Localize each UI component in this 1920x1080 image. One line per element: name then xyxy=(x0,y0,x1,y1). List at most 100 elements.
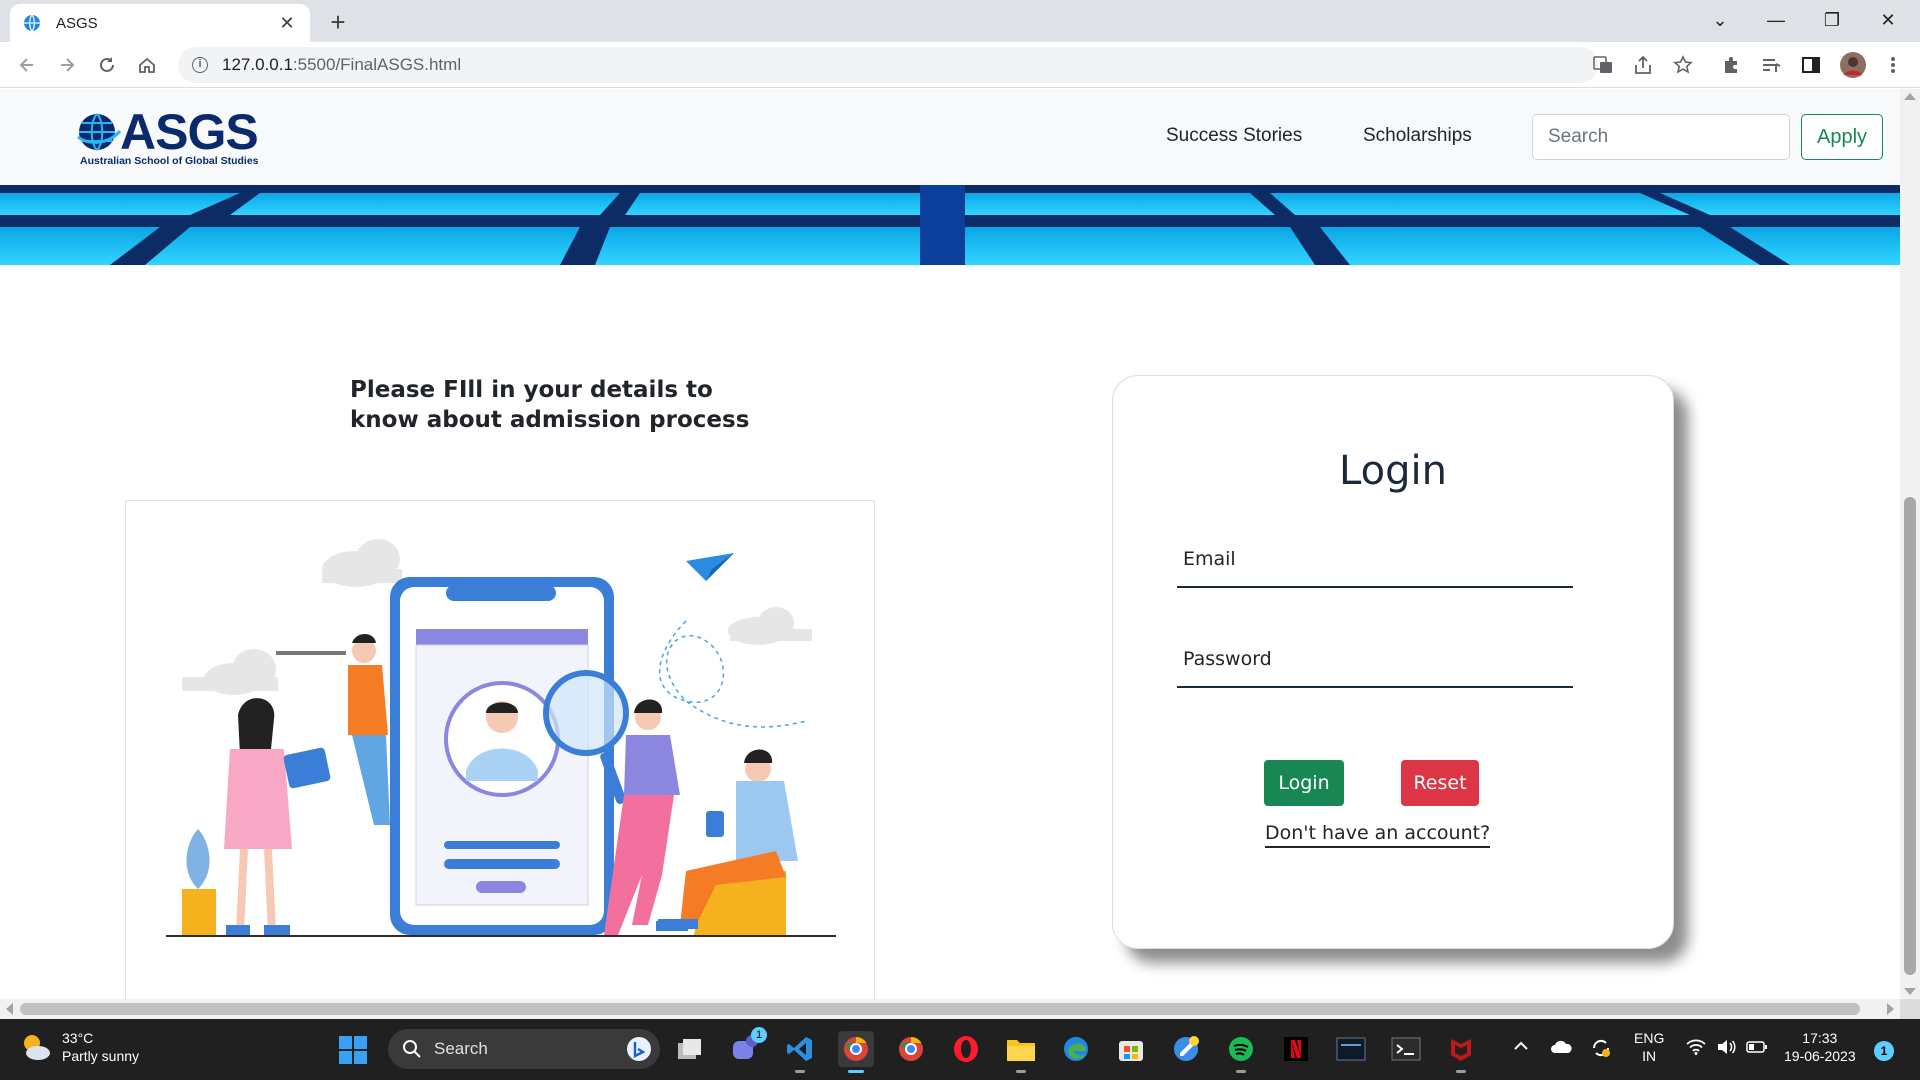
volume-icon[interactable] xyxy=(1716,1039,1736,1059)
admission-illustration xyxy=(125,500,875,999)
netflix-icon[interactable] xyxy=(1278,1031,1314,1067)
site-logo[interactable]: ASGS Australian School of Global Studies xyxy=(76,103,276,169)
start-button[interactable] xyxy=(338,1035,368,1070)
weather-desc: Partly sunny xyxy=(62,1048,140,1064)
scroll-corner xyxy=(1900,999,1920,1019)
password-input[interactable] xyxy=(1177,632,1573,686)
horizontal-scrollbar[interactable] xyxy=(0,999,1900,1019)
sync-icon[interactable] xyxy=(1590,1037,1612,1063)
scroll-up-arrow[interactable] xyxy=(1904,93,1916,100)
intro-heading-line2: know about admission process xyxy=(350,407,750,433)
people-phone-illustration xyxy=(166,539,836,937)
file-explorer-icon[interactable] xyxy=(1003,1031,1039,1073)
weather-widget[interactable]: 33°C Partly sunny xyxy=(20,1029,139,1065)
nav-link-scholarships[interactable]: Scholarships xyxy=(1363,125,1472,147)
windows-taskbar: 33°C Partly sunny Search 1 ENG IN 17:33 … xyxy=(0,1019,1920,1080)
new-tab-button[interactable]: + xyxy=(322,6,354,38)
opera-icon[interactable] xyxy=(948,1031,984,1067)
forward-icon[interactable] xyxy=(52,50,82,80)
password-field[interactable]: Password xyxy=(1177,632,1573,688)
taskbar-search-label: Search xyxy=(434,1039,488,1058)
vscode-icon[interactable] xyxy=(782,1031,818,1073)
logo-text: ASGS xyxy=(120,104,259,160)
banner-grid-image xyxy=(0,185,1900,265)
wifi-icon[interactable] xyxy=(1686,1039,1706,1059)
language-line2: IN xyxy=(1642,1048,1657,1064)
language-line1: ENG xyxy=(1634,1030,1665,1046)
browser-tabstrip: ASGS ✕ + ⌄ — ❐ ✕ xyxy=(0,0,1920,42)
translate-icon[interactable] xyxy=(1590,52,1616,78)
star-icon[interactable] xyxy=(1670,52,1696,78)
spotify-icon[interactable] xyxy=(1223,1031,1259,1073)
page-viewport: ASGS Australian School of Global Studies… xyxy=(0,89,1900,999)
vertical-scroll-thumb[interactable] xyxy=(1904,497,1916,975)
logo-tagline: Australian School of Global Studies xyxy=(80,155,259,167)
hero-banner xyxy=(0,185,1900,265)
clock-time: 17:33 xyxy=(1802,1030,1838,1046)
store-icon[interactable] xyxy=(1113,1031,1149,1067)
partly-sunny-icon xyxy=(24,1035,50,1060)
close-window-button[interactable]: ✕ xyxy=(1860,0,1916,40)
login-button[interactable]: Login xyxy=(1264,760,1344,806)
restore-button[interactable]: ❐ xyxy=(1804,0,1860,40)
clock-date: 19-06-2023 xyxy=(1784,1048,1856,1064)
reload-icon[interactable] xyxy=(92,50,122,80)
address-bar[interactable]: i 127.0.0.1:5500/FinalASGS.html xyxy=(178,47,1598,83)
signup-link[interactable]: Don't have an account? xyxy=(1265,822,1491,848)
tab-search-icon[interactable]: ⌄ xyxy=(1692,0,1748,40)
info-icon[interactable]: i xyxy=(192,57,208,73)
onedrive-icon[interactable] xyxy=(1550,1039,1574,1059)
scroll-left-arrow[interactable] xyxy=(6,1003,13,1015)
battery-icon[interactable] xyxy=(1746,1040,1768,1058)
chrome-icon[interactable] xyxy=(893,1031,929,1067)
url-host: 127.0.0.1 xyxy=(222,55,293,74)
login-card: Login Email Password Login Reset Don't h… xyxy=(1112,375,1674,949)
horizontal-scroll-thumb[interactable] xyxy=(20,1003,1860,1015)
mcafee-icon[interactable] xyxy=(1443,1031,1479,1073)
email-field[interactable]: Email xyxy=(1177,532,1573,588)
teams-chat-icon[interactable]: 1 xyxy=(727,1027,767,1067)
mysql-workbench-icon[interactable] xyxy=(1333,1031,1369,1067)
share-icon[interactable] xyxy=(1630,52,1656,78)
site-navbar: ASGS Australian School of Global Studies… xyxy=(0,89,1900,185)
login-title: Login xyxy=(1339,448,1447,494)
browser-tab[interactable]: ASGS ✕ xyxy=(10,4,310,42)
home-icon[interactable] xyxy=(132,50,162,80)
close-tab-icon[interactable]: ✕ xyxy=(276,13,298,34)
nav-link-success-stories[interactable]: Success Stories xyxy=(1166,125,1302,147)
scroll-down-arrow[interactable] xyxy=(1904,988,1916,995)
scroll-right-arrow[interactable] xyxy=(1887,1003,1894,1015)
bing-icon xyxy=(627,1037,651,1061)
taskbar-search[interactable]: Search xyxy=(388,1029,660,1069)
minimize-button[interactable]: — xyxy=(1748,0,1804,40)
apply-button[interactable]: Apply xyxy=(1801,114,1883,160)
extensions-icon[interactable] xyxy=(1718,52,1744,78)
url-path: :5500/FinalASGS.html xyxy=(292,55,462,74)
intro-heading: Please FIll in your details to know abou… xyxy=(350,375,770,435)
email-input[interactable] xyxy=(1177,532,1573,586)
chrome-profile-icon[interactable] xyxy=(838,1031,874,1073)
reset-button[interactable]: Reset xyxy=(1401,760,1479,806)
globe-icon xyxy=(77,113,122,151)
vertical-scrollbar[interactable] xyxy=(1900,89,1920,999)
notification-badge[interactable]: 1 xyxy=(1874,1041,1894,1061)
search-input[interactable] xyxy=(1532,114,1790,160)
intro-heading-line1: Please FIll in your details to xyxy=(350,377,713,403)
profile-avatar[interactable] xyxy=(1840,52,1866,78)
search-icon xyxy=(403,1040,421,1058)
back-icon[interactable] xyxy=(12,50,42,80)
reading-list-icon[interactable] xyxy=(1758,52,1784,78)
python-idle-icon[interactable] xyxy=(1168,1031,1204,1067)
weather-temp: 33°C xyxy=(62,1030,94,1046)
terminal-icon[interactable] xyxy=(1388,1031,1424,1067)
language-indicator[interactable]: ENG IN xyxy=(1634,1029,1664,1065)
clock[interactable]: 17:33 19-06-2023 xyxy=(1784,1029,1856,1065)
browser-toolbar: i 127.0.0.1:5500/FinalASGS.html xyxy=(0,42,1920,88)
task-view-icon[interactable] xyxy=(672,1031,708,1067)
side-panel-icon[interactable] xyxy=(1798,52,1824,78)
edge-icon[interactable] xyxy=(1058,1031,1094,1067)
menu-icon[interactable] xyxy=(1880,52,1906,78)
show-hidden-icons-icon[interactable] xyxy=(1512,1039,1530,1057)
chat-badge: 1 xyxy=(751,1027,767,1043)
windows-icon xyxy=(339,1036,367,1064)
